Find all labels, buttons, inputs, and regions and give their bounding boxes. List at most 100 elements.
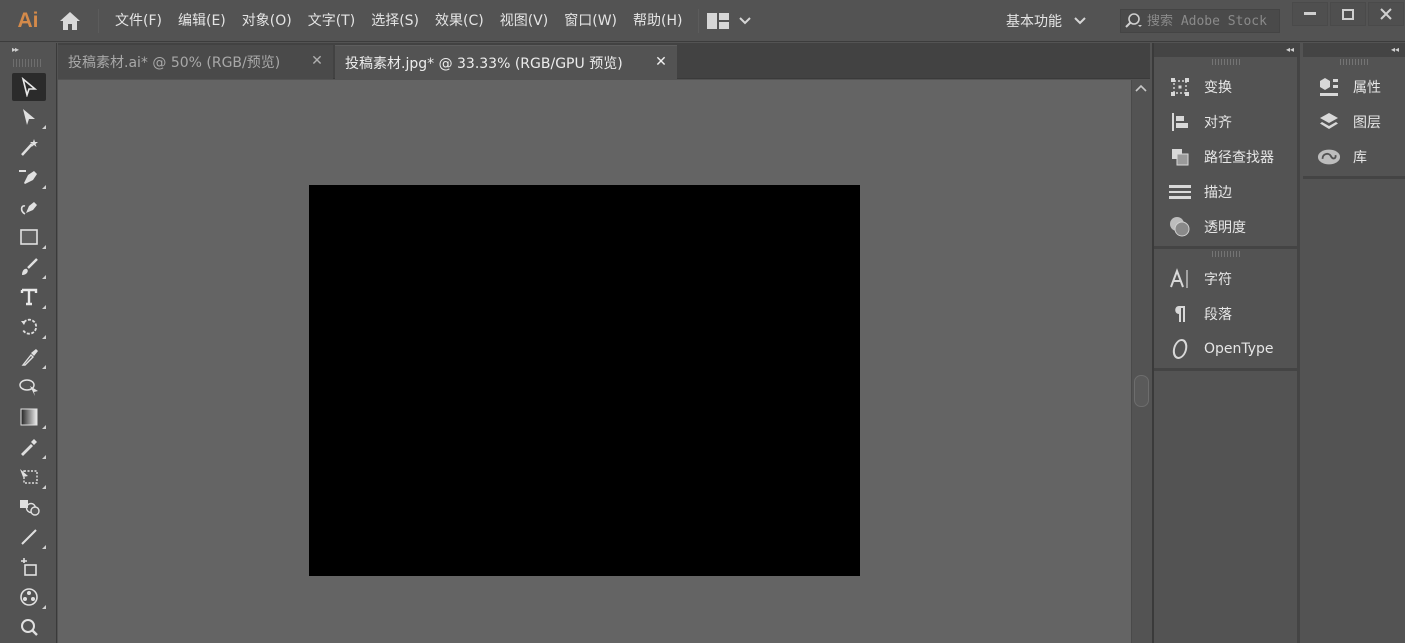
- panel-opentype[interactable]: OpenType: [1154, 331, 1297, 366]
- direct-selection-tool[interactable]: [12, 103, 46, 131]
- zoom-tool[interactable]: [12, 613, 46, 641]
- panel-column-2: 属性 图层 库: [1303, 57, 1405, 643]
- scrollbar-thumb[interactable]: [1134, 375, 1149, 407]
- tools-panel: ▸▸: [0, 43, 57, 643]
- divider: [98, 8, 99, 33]
- panel-label: 属性: [1353, 79, 1381, 96]
- panel-label: 描边: [1204, 184, 1232, 201]
- stroke-icon: [1168, 180, 1192, 204]
- magic-wand-tool[interactable]: [12, 133, 46, 161]
- collapse-panels-button[interactable]: ◂◂: [1303, 43, 1405, 57]
- menu-edit[interactable]: 编辑(E): [170, 0, 234, 42]
- panel-character[interactable]: 字符: [1154, 261, 1297, 296]
- properties-icon: [1317, 75, 1341, 99]
- symbol-sprayer-tool[interactable]: [12, 583, 46, 611]
- search-input[interactable]: [1147, 13, 1277, 29]
- vertical-scrollbar[interactable]: [1131, 80, 1151, 643]
- menu-type[interactable]: 文字(T): [300, 0, 363, 42]
- home-icon[interactable]: [50, 0, 90, 42]
- paragraph-icon: [1168, 302, 1192, 326]
- panel-label: 变换: [1204, 79, 1232, 96]
- menu-effect[interactable]: 效果(C): [427, 0, 492, 42]
- chevron-down-icon: [1074, 17, 1086, 25]
- free-transform-icon: [20, 469, 38, 484]
- menu-object[interactable]: 对象(O): [234, 0, 300, 42]
- selection-tool[interactable]: [12, 73, 46, 101]
- transform-icon: [1168, 75, 1192, 99]
- panel-properties[interactable]: 属性: [1303, 69, 1405, 104]
- menu-view[interactable]: 视图(V): [492, 0, 557, 42]
- line-segment-tool[interactable]: [12, 523, 46, 551]
- direct-selection-icon: [23, 109, 35, 125]
- expand-toolbar-button[interactable]: ▸▸: [0, 43, 56, 57]
- tab-document-jpg[interactable]: 投稿素材.jpg* @ 33.33% (RGB/GPU 预览) ✕: [335, 45, 677, 79]
- menu-file[interactable]: 文件(F): [107, 0, 170, 42]
- rectangle-icon: [20, 229, 38, 245]
- menu-help[interactable]: 帮助(H): [625, 0, 690, 42]
- shape-builder-tool[interactable]: [12, 373, 46, 401]
- panel-transparency[interactable]: 透明度: [1154, 209, 1297, 244]
- stock-search[interactable]: [1120, 9, 1280, 33]
- tab-label: 投稿素材.jpg* @ 33.33% (RGB/GPU 预览): [345, 55, 623, 72]
- rotate-icon: [21, 318, 38, 335]
- window-controls: [1292, 2, 1405, 26]
- panel-stroke[interactable]: 描边: [1154, 174, 1297, 209]
- artboard[interactable]: [309, 185, 860, 576]
- close-button[interactable]: [1368, 2, 1404, 26]
- panel-label: 库: [1353, 149, 1367, 166]
- scroll-up-icon[interactable]: [1135, 84, 1147, 92]
- panel-layers[interactable]: 图层: [1303, 104, 1405, 139]
- opentype-icon: [1168, 337, 1192, 361]
- panel-grip[interactable]: [13, 59, 43, 67]
- maximize-button[interactable]: [1330, 2, 1366, 26]
- curvature-tool[interactable]: [12, 193, 46, 221]
- panel-grip[interactable]: [1340, 59, 1368, 65]
- eyedropper-icon: [21, 439, 37, 456]
- rotate-tool[interactable]: [12, 313, 46, 341]
- document-canvas[interactable]: [58, 80, 1131, 643]
- paintbrush-tool[interactable]: [12, 253, 46, 281]
- rectangle-tool[interactable]: [12, 223, 46, 251]
- pen-tool[interactable]: [12, 163, 46, 191]
- blend-tool[interactable]: [12, 493, 46, 521]
- search-icon: [1125, 13, 1142, 28]
- menu-select[interactable]: 选择(S): [363, 0, 427, 42]
- artboard-tool[interactable]: [12, 553, 46, 581]
- workspace-switcher[interactable]: 基本功能: [1000, 0, 1086, 42]
- close-tab-icon[interactable]: ✕: [653, 54, 669, 70]
- panel-label: 段落: [1204, 306, 1232, 323]
- menu-window[interactable]: 窗口(W): [556, 0, 625, 42]
- panel-align[interactable]: 对齐: [1154, 104, 1297, 139]
- panel-grip[interactable]: [1211, 59, 1240, 65]
- type-tool[interactable]: [12, 283, 46, 311]
- width-icon: [21, 349, 38, 366]
- gradient-tool[interactable]: [12, 403, 46, 431]
- symbol-sprayer-icon: [20, 588, 38, 606]
- line-icon: [21, 529, 37, 545]
- panel-paragraph[interactable]: 段落: [1154, 296, 1297, 331]
- paintbrush-icon: [22, 258, 38, 275]
- panel-label: 图层: [1353, 114, 1381, 131]
- libraries-icon: [1317, 145, 1341, 169]
- panel-transform[interactable]: 变换: [1154, 69, 1297, 104]
- collapse-panels-button[interactable]: ◂◂: [1154, 43, 1300, 57]
- free-transform-tool[interactable]: [12, 463, 46, 491]
- tab-document-ai[interactable]: 投稿素材.ai* @ 50% (RGB/预览) ✕: [58, 45, 333, 79]
- panel-libraries[interactable]: 库: [1303, 139, 1405, 174]
- panel-pathfinder[interactable]: 路径查找器: [1154, 139, 1297, 174]
- zoom-icon: [21, 619, 38, 636]
- width-tool[interactable]: [12, 343, 46, 371]
- layout-grid-icon: [707, 12, 730, 29]
- close-tab-icon[interactable]: ✕: [309, 53, 325, 69]
- shape-builder-icon: [19, 379, 38, 396]
- divider: [698, 8, 700, 33]
- curvature-icon: [20, 202, 37, 215]
- panel-grip[interactable]: [1211, 251, 1240, 257]
- eyedropper-tool[interactable]: [12, 433, 46, 461]
- app-logo: Ai: [17, 8, 39, 32]
- layers-icon: [1317, 110, 1341, 134]
- panel-label: OpenType: [1204, 340, 1274, 357]
- selection-arrow-icon: [21, 77, 38, 97]
- arrange-documents-button[interactable]: [707, 12, 752, 29]
- minimize-button[interactable]: [1292, 2, 1328, 26]
